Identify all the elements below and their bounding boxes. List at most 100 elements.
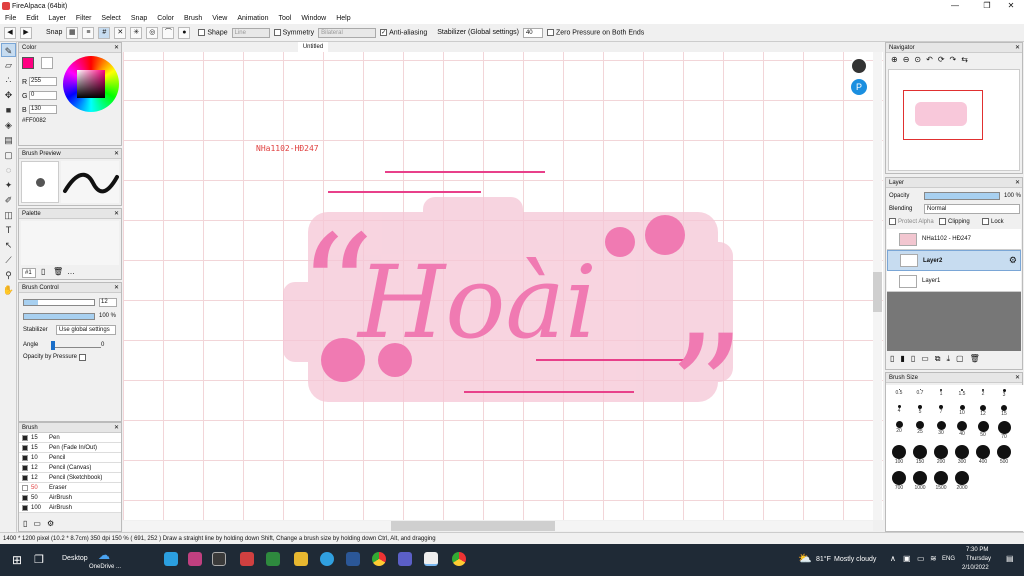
layer-row-layer2[interactable]: Layer2 ⚙ xyxy=(887,250,1021,271)
lock-checkbox[interactable]: Lock xyxy=(982,218,1004,225)
chrome-icon[interactable] xyxy=(372,552,386,566)
weather-desc[interactable]: Mostly cloudy xyxy=(834,556,876,563)
folder-icon[interactable]: ▭ xyxy=(33,519,41,528)
clipping-checkbox[interactable]: Clipping xyxy=(939,218,970,225)
brush-size-option[interactable]: 700 xyxy=(889,471,909,491)
brush-size-option[interactable]: 15 xyxy=(994,405,1014,417)
magic-wand-icon[interactable]: ✦ xyxy=(1,178,16,192)
windows-start-icon[interactable]: ⊞ xyxy=(12,553,22,567)
close-icon[interactable]: ✕ xyxy=(1015,373,1020,383)
brush-item[interactable]: 50 AirBrush xyxy=(19,493,121,503)
shape-checkbox[interactable]: Shape xyxy=(198,28,228,36)
protect-alpha-checkbox[interactable]: Protect Alpha xyxy=(889,218,934,225)
wifi-app-icon[interactable] xyxy=(240,552,254,566)
clock-date[interactable]: 2/10/2022 xyxy=(962,565,989,571)
navigator-preview[interactable] xyxy=(888,69,1020,171)
brush-size-option[interactable]: 12 xyxy=(973,405,993,417)
snap-grid-icon[interactable]: # xyxy=(98,26,111,39)
brush-size-option[interactable]: 2000 xyxy=(952,471,972,491)
merge-layer-icon[interactable]: ⤓ xyxy=(947,354,951,364)
brush-item[interactable]: 15 Pen xyxy=(19,433,121,443)
snap-cross-icon[interactable]: ✕ xyxy=(114,26,127,39)
add-brush-icon[interactable]: ▯ xyxy=(23,519,27,528)
brush-size-option[interactable]: 1500 xyxy=(931,471,951,491)
brush-item[interactable]: 50 Eraser xyxy=(19,483,121,493)
menu-window[interactable]: Window xyxy=(296,15,331,22)
close-button[interactable]: ✕ xyxy=(996,0,1024,12)
size-input[interactable]: 12 xyxy=(99,298,117,307)
menu-select[interactable]: Select xyxy=(96,15,125,22)
delete-palette-icon[interactable]: 🗑 xyxy=(53,267,63,276)
text-tool-icon[interactable]: T xyxy=(1,223,16,237)
brush-size-option[interactable]: 400 xyxy=(973,445,993,465)
more-icon[interactable]: … xyxy=(67,267,75,276)
size-slider[interactable] xyxy=(23,299,95,306)
add-palette-icon[interactable]: ▯ xyxy=(41,267,45,276)
primary-color-swatch[interactable] xyxy=(22,57,34,69)
palette-select[interactable]: #1 xyxy=(22,268,36,278)
close-icon[interactable]: ✕ xyxy=(1015,43,1020,53)
skype-icon[interactable] xyxy=(164,552,178,566)
tray-chevron-icon[interactable]: ∧ xyxy=(890,554,896,563)
layer-opacity-slider[interactable] xyxy=(924,192,1000,200)
color-wheel[interactable] xyxy=(63,56,119,112)
antialias-checkbox[interactable]: Anti-aliasing xyxy=(380,28,427,36)
snap-point-icon[interactable]: ● xyxy=(178,26,191,39)
brush-size-option[interactable]: 0.7 xyxy=(910,389,930,396)
brush-size-option[interactable]: 25 xyxy=(910,421,930,435)
brush-settings-icon[interactable]: ⚙ xyxy=(47,519,54,528)
clock-day[interactable]: Thursday xyxy=(966,556,991,562)
notifications-icon[interactable]: ▤ xyxy=(1006,554,1014,563)
new-8bit-layer-icon[interactable]: ▮ xyxy=(900,354,904,364)
brush-size-option[interactable]: 200 xyxy=(931,445,951,465)
menu-file[interactable]: File xyxy=(0,15,21,22)
brush-item[interactable]: 10 Pencil xyxy=(19,453,121,463)
onedrive-label[interactable]: OneDrive ... xyxy=(89,564,121,570)
stabilizer-select[interactable]: 40 xyxy=(522,27,543,38)
rotate-right-icon[interactable]: ↷ xyxy=(950,55,957,64)
divide-tool-icon[interactable]: ⟋ xyxy=(1,253,16,267)
tab-untitled[interactable]: Untitled xyxy=(298,42,328,52)
brush-item[interactable]: 100 AirBrush xyxy=(19,503,121,513)
language-indicator[interactable]: ENG xyxy=(942,556,955,562)
saturation-box[interactable] xyxy=(77,70,105,98)
spreadsheet-icon[interactable] xyxy=(266,552,280,566)
menu-layer[interactable]: Layer xyxy=(43,15,71,22)
zoom-out-icon[interactable]: ⊖ xyxy=(903,55,910,64)
delete-layer-icon[interactable]: 🗑 xyxy=(970,354,980,364)
brush-size-option[interactable]: 500 xyxy=(994,445,1014,465)
move-tool-icon[interactable]: ✥ xyxy=(1,88,16,102)
symmetry-select[interactable]: Bilateral xyxy=(318,27,377,38)
opacity-pressure-checkbox[interactable] xyxy=(79,354,86,361)
menu-help[interactable]: Help xyxy=(331,15,355,22)
stabilizer-select[interactable]: Use global settings xyxy=(56,325,116,335)
angle-slider[interactable] xyxy=(51,341,101,350)
folder-icon[interactable] xyxy=(294,552,308,566)
close-icon[interactable]: ✕ xyxy=(114,283,119,293)
user-avatar-icon[interactable] xyxy=(850,57,868,75)
prev-icon[interactable]: ◀ xyxy=(4,26,16,39)
brush-size-option[interactable]: 4 xyxy=(889,405,909,414)
brush-size-option[interactable]: 1 xyxy=(931,389,951,397)
rotate-left-icon[interactable]: ↶ xyxy=(926,55,933,64)
brush-size-option[interactable]: 1.5 xyxy=(952,389,972,397)
close-icon[interactable]: ✕ xyxy=(114,423,119,433)
app-g-icon[interactable] xyxy=(188,552,202,566)
hand-tool-icon[interactable]: ✋ xyxy=(1,283,16,297)
desktop-label[interactable]: Desktop xyxy=(62,555,88,562)
eraser-tool-icon[interactable]: ▱ xyxy=(1,58,16,72)
folder-icon[interactable]: ▭ xyxy=(921,354,929,364)
photos-icon[interactable] xyxy=(320,552,334,566)
zero-pressure-checkbox[interactable]: Zero Pressure on Both Ends xyxy=(546,28,644,36)
palette-area[interactable] xyxy=(21,221,119,265)
blending-select[interactable]: Normal xyxy=(924,204,1020,214)
canvas[interactable]: “ Hoài ” NHa1102-HĐ247 P xyxy=(123,52,883,520)
brush-size-option[interactable]: 20 xyxy=(889,421,909,434)
menu-color[interactable]: Color xyxy=(152,15,179,22)
brush-size-option[interactable]: 5 xyxy=(910,405,930,415)
secondary-color-swatch[interactable] xyxy=(41,57,53,69)
close-icon[interactable]: ✕ xyxy=(1015,178,1020,188)
brush-size-option[interactable]: 40 xyxy=(952,421,972,437)
close-icon[interactable]: ✕ xyxy=(114,149,119,159)
r-input[interactable]: 255 xyxy=(29,77,57,86)
